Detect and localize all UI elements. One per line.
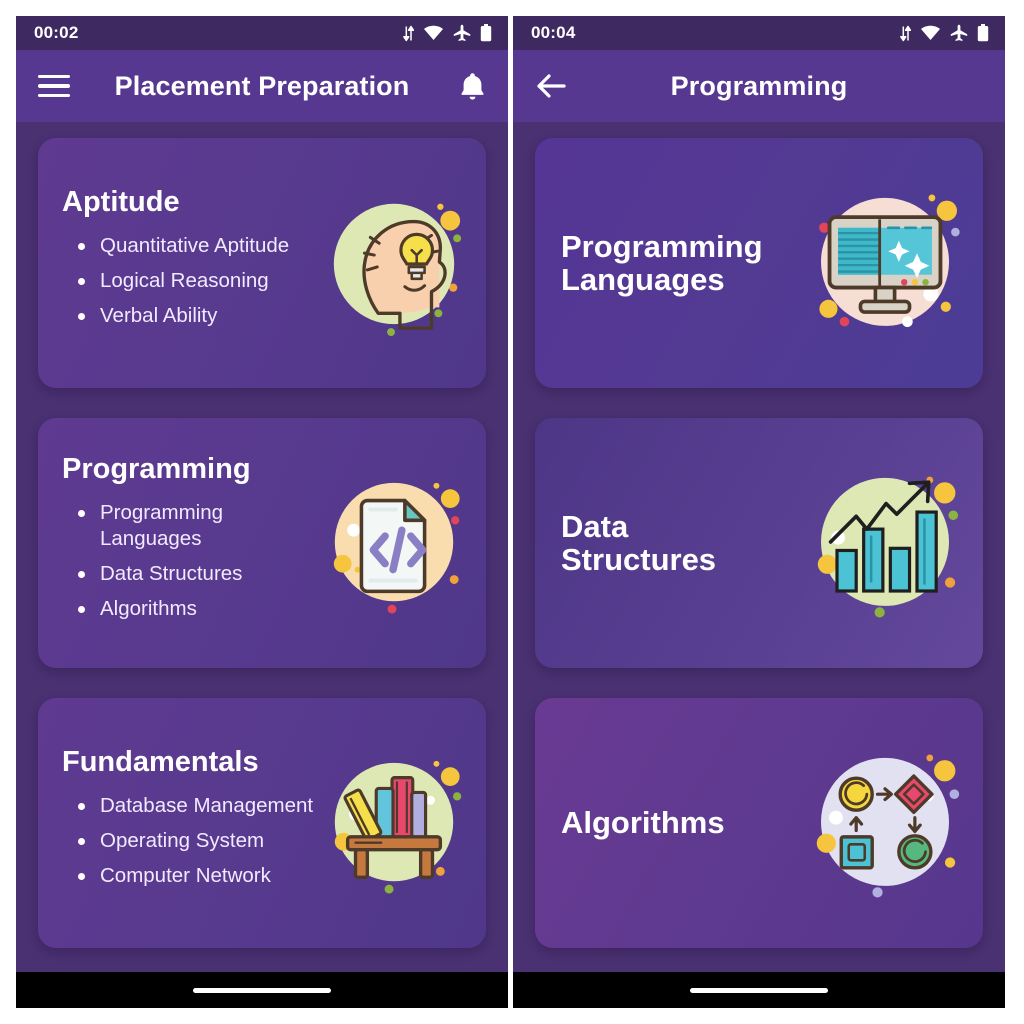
status-icon-group bbox=[403, 24, 492, 42]
phone-screen-programming: 00:04 Programming Programming Languages … bbox=[513, 16, 1005, 1008]
card-bullet-list: Programming Languages Data Structures Al… bbox=[62, 500, 320, 623]
card-text-block: Aptitude Quantitative Aptitude Logical R… bbox=[62, 187, 320, 338]
data-transfer-icon bbox=[403, 25, 414, 42]
code-file-icon bbox=[320, 469, 468, 617]
card-programming[interactable]: Programming Programming Languages Data S… bbox=[38, 418, 486, 668]
battery-icon bbox=[977, 24, 989, 42]
card-title: Algorithms bbox=[561, 805, 725, 841]
battery-icon bbox=[480, 24, 492, 42]
back-arrow-icon[interactable] bbox=[535, 72, 583, 100]
system-navigation-bar bbox=[16, 972, 508, 1008]
list-item[interactable]: Programming Languages bbox=[76, 500, 320, 552]
card-bullet-list: Quantitative Aptitude Logical Reasoning … bbox=[62, 233, 320, 330]
wifi-icon bbox=[423, 25, 444, 41]
card-data-structures[interactable]: Data Structures bbox=[535, 418, 983, 668]
page-title: Programming bbox=[670, 70, 848, 101]
card-title: Fundamentals bbox=[62, 746, 259, 779]
card-text-block: Data Structures bbox=[561, 508, 805, 577]
app-bar: Programming bbox=[513, 50, 1005, 122]
notification-bell-icon[interactable] bbox=[438, 71, 486, 101]
card-bullet-list: Database Management Operating System Com… bbox=[62, 793, 320, 890]
dual-phone-screenshot: 00:02 Placement Preparation Aptitude Qua… bbox=[0, 0, 1024, 1024]
list-item[interactable]: Operating System bbox=[76, 828, 320, 854]
list-item[interactable]: Computer Network bbox=[76, 863, 320, 889]
card-title: Aptitude bbox=[62, 186, 180, 219]
phone-screen-placement-preparation: 00:02 Placement Preparation Aptitude Qua… bbox=[16, 16, 508, 1008]
head-lightbulb-icon bbox=[320, 189, 468, 337]
status-icon-group bbox=[900, 24, 989, 42]
card-text-block: Fundamentals Database Management Operati… bbox=[62, 747, 320, 898]
card-title: Programming Languages bbox=[561, 228, 763, 297]
list-item[interactable]: Logical Reasoning bbox=[76, 268, 320, 294]
list-item[interactable]: Database Management bbox=[76, 793, 320, 819]
card-list: Programming Languages Data Structures Al… bbox=[513, 122, 1005, 972]
card-algorithms[interactable]: Algorithms bbox=[535, 698, 983, 948]
home-indicator-pill[interactable] bbox=[193, 987, 331, 993]
card-text-block: Programming Programming Languages Data S… bbox=[62, 454, 320, 631]
monitor-code-icon bbox=[805, 183, 965, 343]
card-aptitude[interactable]: Aptitude Quantitative Aptitude Logical R… bbox=[38, 138, 486, 388]
data-transfer-icon bbox=[900, 25, 911, 42]
list-item[interactable]: Quantitative Aptitude bbox=[76, 233, 320, 259]
list-item[interactable]: Algorithms bbox=[76, 596, 320, 622]
bookshelf-icon bbox=[320, 749, 468, 897]
card-text-block: Programming Languages bbox=[561, 228, 805, 297]
wifi-icon bbox=[920, 25, 941, 41]
status-time: 00:04 bbox=[531, 23, 576, 42]
list-item[interactable]: Data Structures bbox=[76, 561, 320, 587]
card-programming-languages[interactable]: Programming Languages bbox=[535, 138, 983, 388]
list-item[interactable]: Verbal Ability bbox=[76, 303, 320, 329]
card-title: Programming bbox=[62, 453, 251, 486]
airplane-mode-icon bbox=[453, 24, 471, 42]
bar-chart-growth-icon bbox=[805, 463, 965, 623]
app-bar: Placement Preparation bbox=[16, 50, 508, 122]
status-bar: 00:02 bbox=[16, 16, 508, 50]
card-title: Data Structures bbox=[561, 508, 717, 577]
page-title: Placement Preparation bbox=[114, 70, 410, 101]
status-bar: 00:04 bbox=[513, 16, 1005, 50]
status-time: 00:02 bbox=[34, 23, 79, 42]
flowchart-icon bbox=[805, 743, 965, 903]
airplane-mode-icon bbox=[950, 24, 968, 42]
card-text-block: Algorithms bbox=[561, 805, 805, 841]
home-indicator-pill[interactable] bbox=[690, 987, 828, 993]
hamburger-menu-icon[interactable] bbox=[38, 75, 86, 97]
system-navigation-bar bbox=[513, 972, 1005, 1008]
card-fundamentals[interactable]: Fundamentals Database Management Operati… bbox=[38, 698, 486, 948]
card-list: Aptitude Quantitative Aptitude Logical R… bbox=[16, 122, 508, 972]
